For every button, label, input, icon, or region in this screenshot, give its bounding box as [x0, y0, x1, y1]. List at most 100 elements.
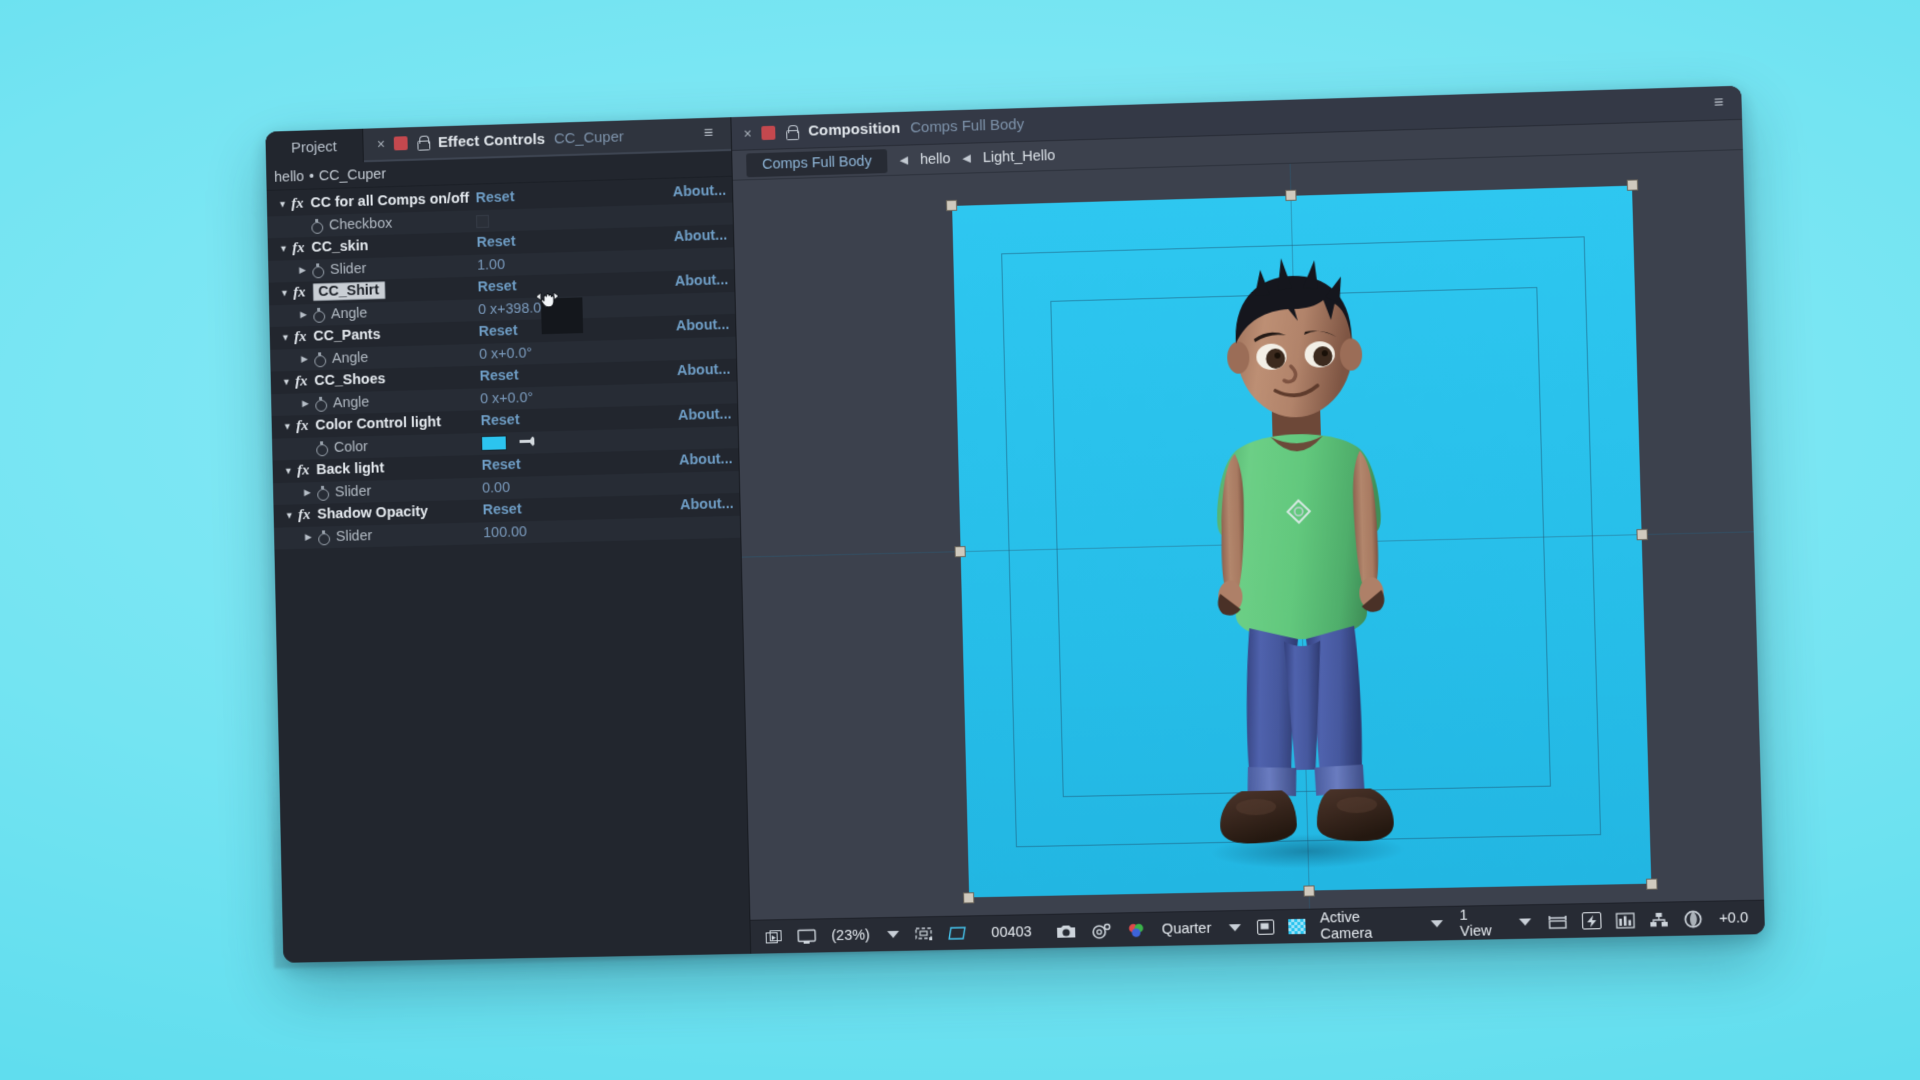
composition-viewport[interactable] — [732, 150, 1765, 920]
views-value[interactable]: 1 View — [1451, 906, 1511, 939]
exposure-icon[interactable] — [1676, 909, 1711, 928]
effect-name[interactable]: CC_skin — [311, 238, 368, 255]
lock-icon[interactable] — [785, 125, 798, 139]
stopwatch-icon[interactable] — [314, 397, 327, 410]
stopwatch-icon[interactable] — [312, 308, 325, 321]
current-time[interactable]: 00403 — [983, 924, 1040, 941]
property-disclosure-icon[interactable]: ▶ — [298, 309, 310, 320]
property-value[interactable]: 0 x+0.0° — [480, 390, 533, 407]
close-icon[interactable]: × — [377, 136, 385, 152]
property-disclosure-icon[interactable]: ▶ — [299, 354, 311, 365]
zoom-level[interactable]: (23%) — [823, 927, 878, 944]
effect-name[interactable]: CC_Pants — [313, 327, 380, 345]
show-snapshot-icon[interactable] — [1084, 922, 1120, 939]
property-disclosure-icon[interactable]: ▶ — [302, 532, 314, 543]
disclosure-triangle-icon[interactable]: ▼ — [277, 199, 289, 209]
always-preview-icon[interactable] — [759, 928, 791, 945]
reset-link[interactable]: Reset — [481, 412, 520, 429]
stopwatch-icon[interactable] — [317, 531, 330, 544]
about-link[interactable]: About... — [680, 496, 734, 513]
composition-frame[interactable] — [741, 163, 1765, 920]
effect-name[interactable]: Color Control light — [315, 415, 441, 434]
property-value[interactable]: 1.00 — [477, 257, 505, 274]
transparency-grid-icon[interactable] — [1281, 918, 1313, 935]
disclosure-triangle-icon[interactable]: ▼ — [281, 422, 293, 432]
eyedropper-icon[interactable] — [519, 436, 541, 447]
property-value[interactable]: 0 x+398.0° — [478, 300, 547, 318]
fast-preview-icon[interactable] — [1575, 911, 1609, 930]
stopwatch-icon[interactable] — [316, 486, 329, 499]
region-of-interest-icon[interactable] — [941, 925, 974, 942]
selection-handle-ml[interactable] — [954, 546, 966, 558]
stopwatch-icon[interactable] — [310, 219, 323, 232]
mask-view-icon[interactable] — [1249, 919, 1281, 935]
reset-link[interactable]: Reset — [483, 502, 522, 519]
breadcrumb-item-light-hello[interactable]: Light_Hello — [983, 147, 1056, 165]
zoom-caret-icon[interactable] — [886, 930, 899, 939]
about-link[interactable]: About... — [679, 452, 733, 469]
resolution-caret-icon[interactable] — [1228, 924, 1241, 932]
reset-link[interactable]: Reset — [478, 323, 517, 340]
about-link[interactable]: About... — [678, 407, 732, 424]
pixel-aspect-icon[interactable] — [1541, 913, 1576, 930]
property-name: Color — [333, 438, 369, 456]
reset-link[interactable]: Reset — [482, 457, 521, 474]
disclosure-triangle-icon[interactable]: ▼ — [278, 244, 290, 254]
effect-name[interactable]: Shadow Opacity — [317, 504, 428, 523]
tab-project[interactable]: Project — [265, 128, 364, 166]
effect-name[interactable]: CC_Shirt — [312, 281, 386, 302]
camera-value[interactable]: Active Camera — [1312, 908, 1422, 942]
panel-menu-icon[interactable]: ≡ — [703, 125, 713, 143]
reset-link[interactable]: Reset — [475, 190, 514, 207]
property-disclosure-icon[interactable]: ▶ — [300, 398, 312, 409]
property-value[interactable]: 0.00 — [482, 480, 510, 497]
disclosure-triangle-icon[interactable]: ▼ — [279, 288, 291, 298]
selection-handle-br[interactable] — [1646, 878, 1658, 890]
camera-caret-icon[interactable] — [1430, 920, 1443, 928]
exposure-value[interactable]: +0.0 — [1711, 909, 1757, 927]
checkbox-control[interactable] — [476, 214, 490, 228]
property-disclosure-icon[interactable]: ▶ — [301, 487, 313, 498]
channels-icon[interactable] — [1119, 921, 1154, 938]
disclosure-triangle-icon[interactable]: ▼ — [280, 333, 292, 343]
about-link[interactable]: About... — [677, 362, 731, 379]
grid-options-icon[interactable] — [908, 926, 941, 943]
selection-handle-tl[interactable] — [945, 199, 958, 212]
reset-link[interactable]: Reset — [476, 234, 515, 251]
property-disclosure-icon[interactable]: ▶ — [297, 265, 309, 276]
stopwatch-icon[interactable] — [313, 352, 326, 365]
about-link[interactable]: About... — [675, 273, 729, 290]
disclosure-triangle-icon[interactable]: ▼ — [280, 377, 292, 387]
reset-link[interactable]: Reset — [480, 368, 519, 385]
breadcrumb-item-comps-full-body[interactable]: Comps Full Body — [746, 148, 888, 177]
resolution-value[interactable]: Quarter — [1154, 920, 1220, 937]
selection-handle-bl[interactable] — [963, 892, 975, 904]
stopwatch-icon[interactable] — [315, 441, 328, 454]
effect-name[interactable]: CC for all Comps on/off — [310, 191, 469, 212]
timeline-icon[interactable] — [1609, 912, 1643, 929]
about-link[interactable]: About... — [676, 317, 730, 334]
effect-name[interactable]: CC_Shoes — [314, 372, 385, 390]
monitor-icon[interactable] — [790, 928, 823, 945]
property-value[interactable]: 100.00 — [483, 524, 527, 541]
reset-link[interactable]: Reset — [477, 279, 516, 296]
lock-icon[interactable] — [416, 136, 429, 150]
effect-name[interactable]: Back light — [316, 461, 384, 479]
comp-flowchart-icon[interactable] — [1642, 911, 1676, 928]
breadcrumb-item-hello[interactable]: hello — [920, 151, 951, 168]
about-link[interactable]: About... — [673, 183, 727, 200]
selection-handle-mr[interactable] — [1636, 528, 1648, 541]
close-icon[interactable]: × — [743, 125, 751, 141]
selection-handle-tr[interactable] — [1626, 179, 1639, 191]
panel-menu-icon[interactable]: ≡ — [1714, 94, 1724, 112]
about-link[interactable]: About... — [674, 228, 728, 245]
disclosure-triangle-icon[interactable]: ▼ — [283, 511, 295, 521]
views-caret-icon[interactable] — [1519, 918, 1532, 926]
selection-handle-bc[interactable] — [1303, 885, 1315, 897]
snapshot-icon[interactable] — [1049, 923, 1084, 940]
color-swatch[interactable] — [481, 434, 507, 451]
property-value[interactable]: 0 x+0.0° — [479, 345, 532, 362]
stopwatch-icon[interactable] — [311, 264, 324, 277]
selection-handle-tc[interactable] — [1285, 189, 1297, 201]
disclosure-triangle-icon[interactable]: ▼ — [282, 466, 294, 476]
